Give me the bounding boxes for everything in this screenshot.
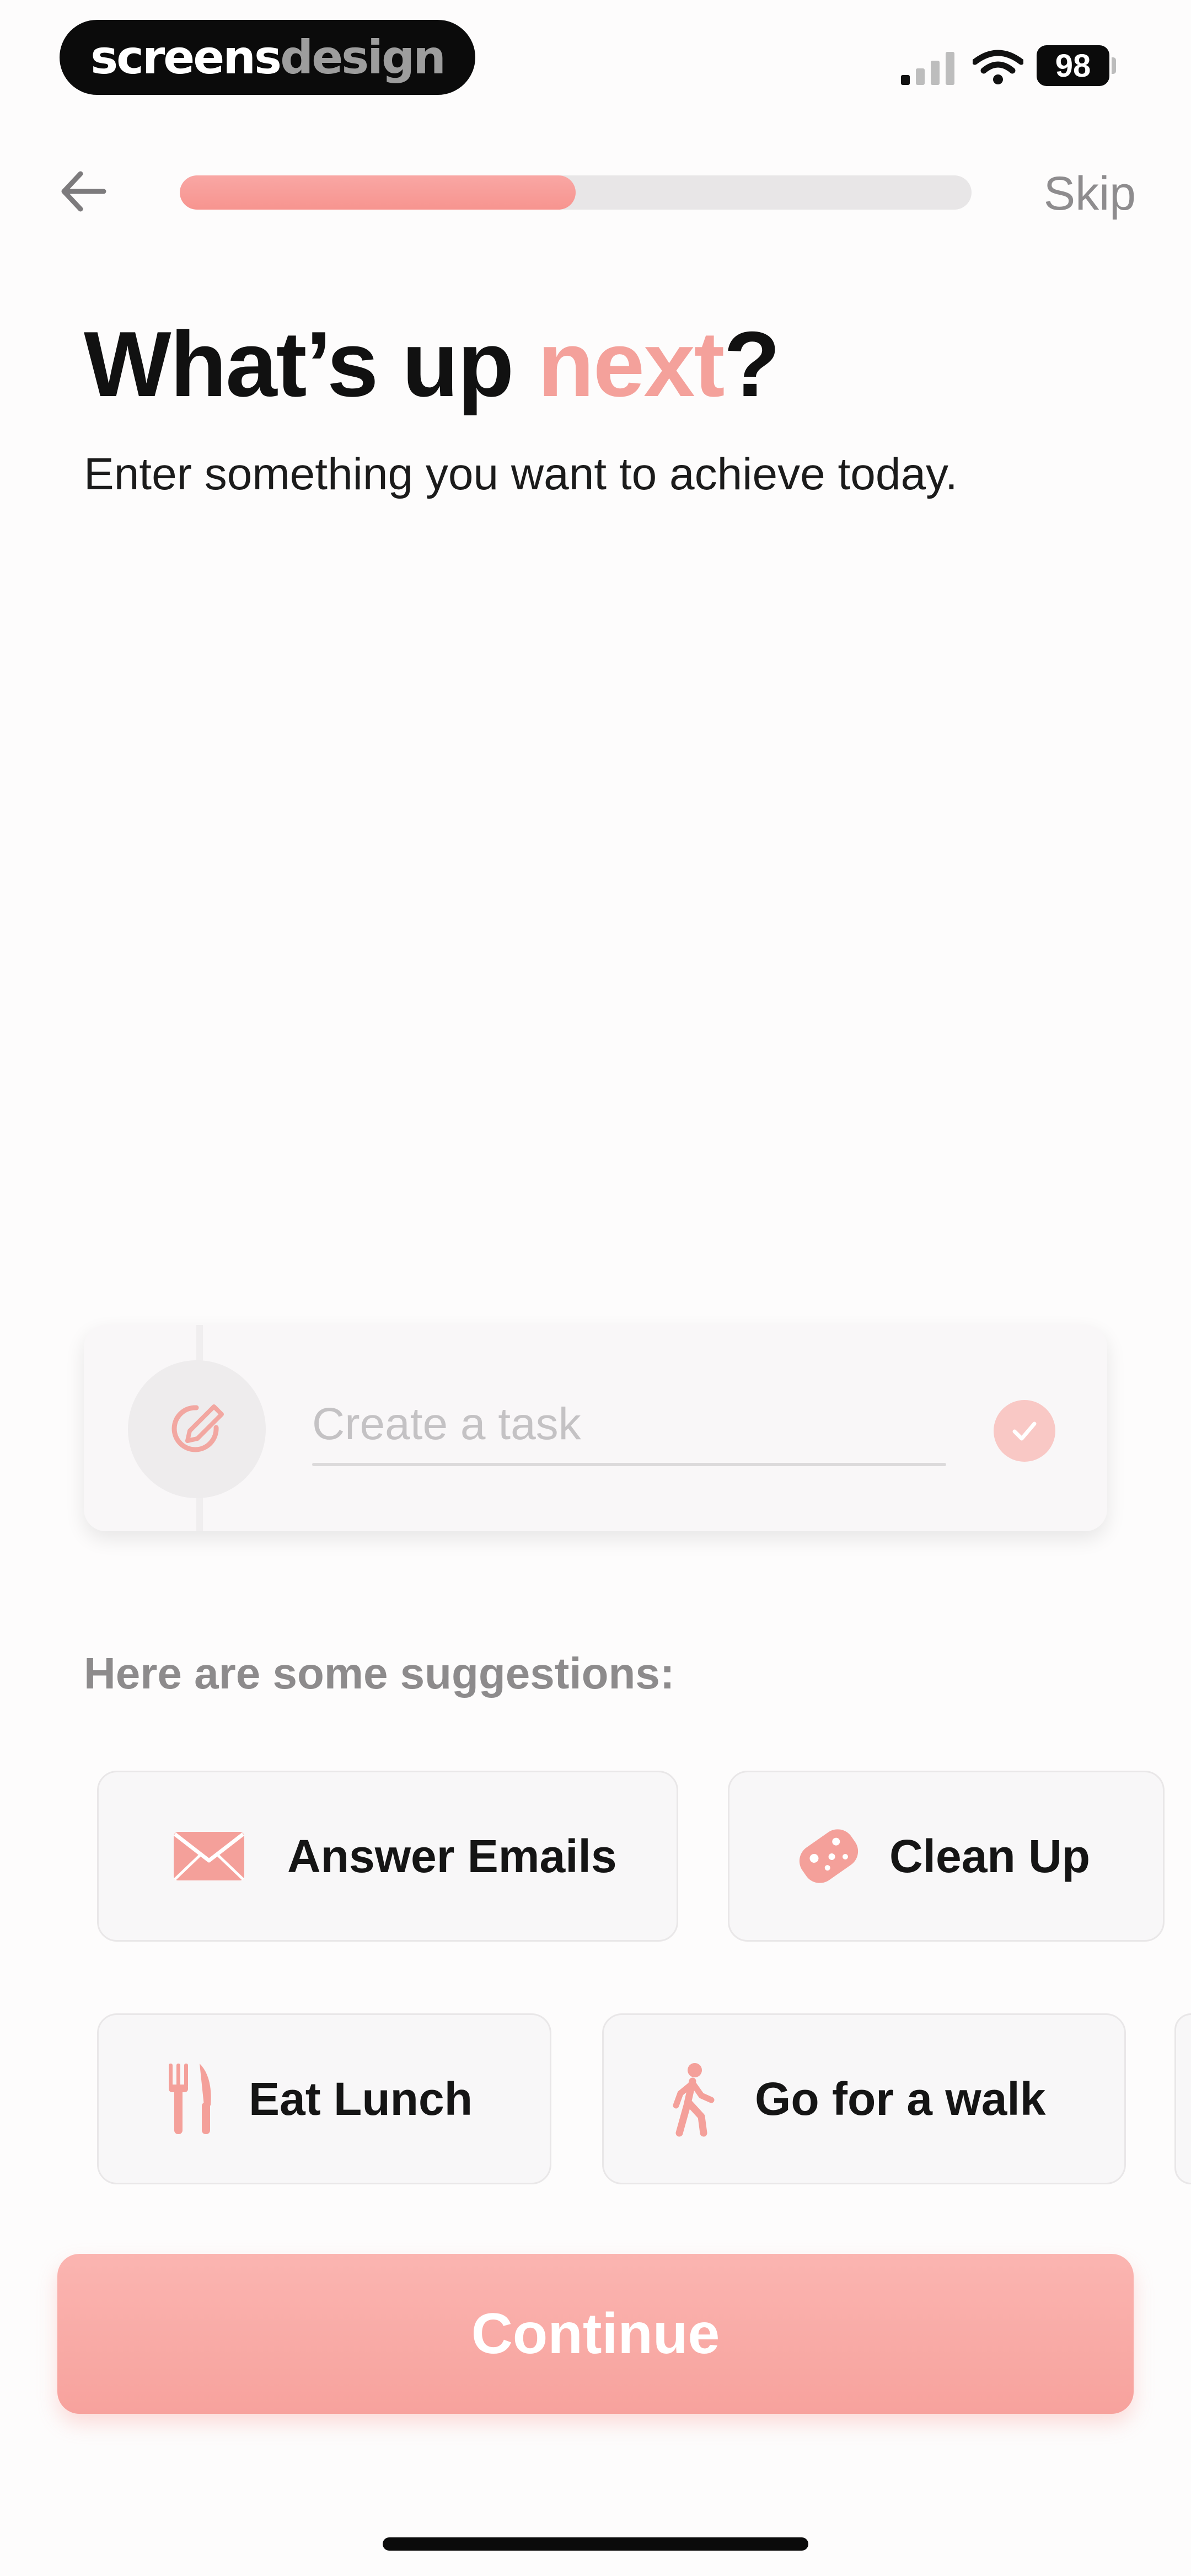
home-indicator: [383, 2537, 808, 2551]
suggestion-eat-lunch[interactable]: Eat Lunch: [97, 2013, 551, 2184]
fork-knife-icon: [163, 2060, 218, 2137]
suggestion-label: Answer Emails: [287, 1830, 617, 1882]
envelope-icon: [170, 1818, 248, 1895]
sponge-icon: [790, 1818, 867, 1895]
checkmark-icon: [1012, 1421, 1037, 1441]
page-title: What’s up next?: [84, 309, 1131, 419]
skip-button[interactable]: Skip: [1026, 163, 1136, 224]
continue-button[interactable]: Continue: [57, 2254, 1134, 2414]
walking-person-icon: [664, 2060, 720, 2137]
confirm-task-button[interactable]: [994, 1400, 1055, 1462]
battery-tip: [1112, 57, 1116, 74]
watermark-part-1: screens: [90, 30, 282, 84]
task-input-underline: [312, 1463, 946, 1466]
cellular-signal-icon: [901, 52, 954, 85]
battery-indicator: 98: [1037, 45, 1109, 86]
title-prefix: What’s up: [84, 312, 538, 416]
suggestion-next-partial[interactable]: [1174, 2013, 1191, 2184]
suggestion-label: Go for a walk: [755, 2072, 1046, 2125]
pencil-circle-icon: [171, 1404, 224, 1452]
wifi-icon: [973, 50, 1023, 84]
task-icon-circle: [128, 1360, 266, 1498]
suggestion-label: Eat Lunch: [249, 2072, 473, 2125]
progress-fill: [180, 175, 576, 210]
suggestions-label: Here are some suggestions:: [84, 1649, 675, 1698]
battery-level: 98: [1055, 47, 1091, 84]
watermark-part-2: design: [280, 30, 446, 84]
onboarding-progress-bar: [180, 175, 972, 210]
suggestion-label: Clean Up: [889, 1830, 1091, 1882]
suggestion-answer-emails[interactable]: Answer Emails: [97, 1771, 678, 1942]
screensdesign-watermark: screens design: [60, 20, 475, 95]
title-accent: next: [538, 312, 725, 416]
task-input[interactable]: [312, 1390, 946, 1458]
title-suffix: ?: [723, 312, 780, 416]
back-arrow-icon[interactable]: [57, 165, 109, 217]
suggestion-clean-up[interactable]: Clean Up: [728, 1771, 1165, 1942]
page-subtitle: Enter something you want to achieve toda…: [84, 449, 958, 499]
suggestion-go-for-a-walk[interactable]: Go for a walk: [602, 2013, 1126, 2184]
